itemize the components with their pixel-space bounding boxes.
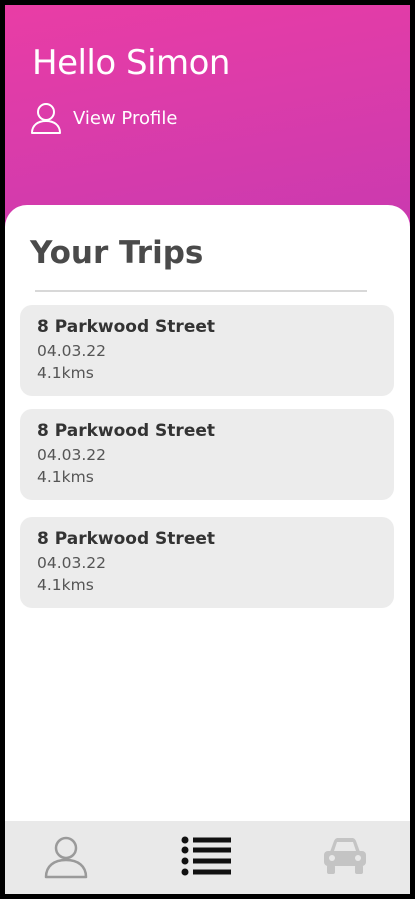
user-icon xyxy=(43,833,89,883)
trips-panel: Your Trips 8 Parkwood Street 04.03.22 4.… xyxy=(5,205,410,825)
tab-vehicle[interactable] xyxy=(290,821,400,894)
trip-date: 04.03.22 xyxy=(37,446,107,464)
trip-date: 04.03.22 xyxy=(37,342,107,360)
trip-distance: 4.1kms xyxy=(37,364,94,382)
trip-card[interactable]: 8 Parkwood Street 04.03.22 4.1kms xyxy=(20,517,394,608)
greeting-text: Hello Simon xyxy=(32,43,231,83)
view-profile-link[interactable]: View Profile xyxy=(29,101,177,135)
your-trips-heading: Your Trips xyxy=(30,235,204,271)
trip-distance: 4.1kms xyxy=(37,468,94,486)
heading-divider xyxy=(35,290,367,292)
profile-header: Hello Simon View Profile xyxy=(5,5,410,235)
trip-card[interactable]: 8 Parkwood Street 04.03.22 4.1kms xyxy=(20,409,394,500)
tab-profile[interactable] xyxy=(11,821,121,894)
list-icon xyxy=(181,835,233,881)
trip-address: 8 Parkwood Street xyxy=(37,529,216,549)
car-icon xyxy=(322,836,368,880)
trip-distance: 4.1kms xyxy=(37,576,94,594)
view-profile-label: View Profile xyxy=(73,107,178,129)
trip-address: 8 Parkwood Street xyxy=(37,421,216,441)
bottom-tab-bar xyxy=(5,821,410,894)
trip-card[interactable]: 8 Parkwood Street 04.03.22 4.1kms xyxy=(20,305,394,396)
app-screen: Hello Simon View Profile Your Trips 8 Pa… xyxy=(5,5,410,894)
user-outline-icon xyxy=(29,101,63,135)
tab-trips[interactable] xyxy=(152,821,262,894)
trip-date: 04.03.22 xyxy=(37,554,107,572)
trip-address: 8 Parkwood Street xyxy=(37,317,216,337)
